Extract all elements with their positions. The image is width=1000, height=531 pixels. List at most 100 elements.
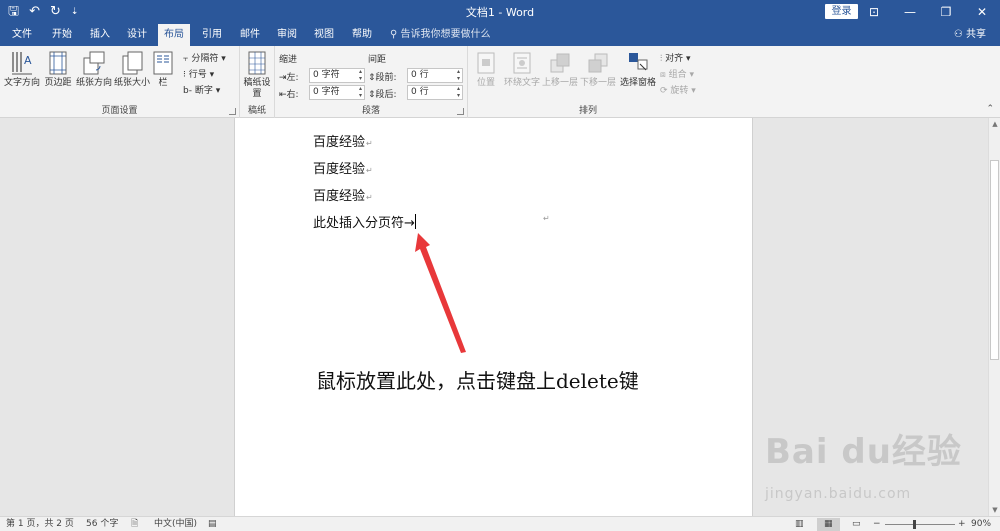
manuscript-settings-button[interactable]: 稿纸设置: [240, 50, 274, 100]
columns-button[interactable]: 栏: [148, 50, 178, 89]
tell-me-search[interactable]: ⚲ 告诉我你想要做什么: [390, 24, 491, 46]
minimize-button[interactable]: —: [892, 0, 928, 24]
hyphenation-label: 断字: [194, 86, 213, 96]
tab-mailings[interactable]: 邮件: [234, 24, 266, 46]
spacing-before-input[interactable]: 0 行: [407, 68, 463, 83]
share-label: 共享: [966, 29, 986, 40]
tab-layout[interactable]: 布局: [158, 24, 190, 46]
page-break-line[interactable]: 此处插入分页符→: [313, 212, 416, 231]
group-label-paragraph: 段落: [361, 106, 380, 116]
close-button[interactable]: ✕: [964, 0, 1000, 24]
collapse-ribbon-icon[interactable]: ⌃: [986, 104, 994, 114]
group-label-manuscript: 稿纸: [247, 106, 266, 116]
page-count[interactable]: 第 1 页，共 2 页: [6, 518, 74, 531]
page-setup-launcher-icon[interactable]: [229, 108, 236, 115]
spacing-after-input[interactable]: 0 行: [407, 85, 463, 100]
paper-size-icon: [122, 51, 143, 75]
paragraph-line[interactable]: 百度经验↵: [313, 158, 373, 177]
text-direction-button[interactable]: A 文字方向: [2, 50, 42, 89]
share-button[interactable]: ⚇ 共享: [954, 24, 986, 46]
zoom-level[interactable]: 90%: [971, 518, 991, 531]
tab-review[interactable]: 审阅: [271, 24, 303, 46]
tab-design[interactable]: 设计: [121, 24, 153, 46]
baidu-watermark: Bai du经验 jingyan.baidu.com: [765, 424, 962, 502]
columns-label: 栏: [158, 78, 168, 88]
selection-pane-button[interactable]: 选择窗格: [618, 50, 658, 89]
text-direction-icon: A: [12, 52, 32, 75]
indent-heading: 缩进: [279, 55, 298, 65]
orientation-button[interactable]: 纸张方向: [74, 50, 114, 89]
baidu-logo: Bai du经验: [765, 432, 962, 472]
macro-icon[interactable]: ▤: [208, 518, 217, 531]
breaks-button[interactable]: ⫟ 分隔符 ▾: [183, 52, 226, 66]
print-layout-icon[interactable]: ▦: [817, 518, 840, 531]
paragraph-line[interactable]: 百度经验↵: [313, 185, 373, 204]
vertical-scrollbar[interactable]: ▲ ▼: [988, 118, 1000, 516]
paragraph-launcher-icon[interactable]: [457, 108, 464, 115]
instruction-annotation: 鼠标放置此处，点击键盘上delete键: [316, 369, 639, 393]
group-objects-button[interactable]: ⧈ 组合 ▾: [660, 68, 694, 82]
tab-references[interactable]: 引用: [196, 24, 228, 46]
selection-pane-label: 选择窗格: [619, 78, 656, 88]
indent-left-text: 左:: [286, 73, 299, 83]
spacing-before-label: ⇕段前:: [368, 70, 397, 83]
columns-icon: [153, 51, 173, 75]
zoom-out-icon[interactable]: −: [873, 518, 881, 531]
tab-view[interactable]: 视图: [308, 24, 340, 46]
indent-right-input[interactable]: 0 字符: [309, 85, 365, 100]
wrap-text-label: 环绕文字: [503, 78, 540, 88]
align-button[interactable]: ⫶ 对齐 ▾: [660, 52, 691, 66]
restore-button[interactable]: ❐: [928, 0, 964, 24]
tab-home[interactable]: 开始: [46, 24, 78, 46]
selection-pane-icon: [629, 53, 648, 71]
login-button[interactable]: 登录: [825, 4, 858, 19]
wrap-text-button[interactable]: 环绕文字: [502, 50, 542, 89]
tab-help[interactable]: 帮助: [346, 24, 378, 46]
paragraph-mark: ↵: [366, 193, 373, 202]
zoom-slider[interactable]: [885, 524, 955, 525]
rotate-icon: ⟳: [660, 86, 671, 96]
scroll-down-icon[interactable]: ▼: [989, 506, 1000, 514]
scroll-up-icon[interactable]: ▲: [989, 120, 1000, 128]
send-backward-label: 下移一层: [579, 78, 616, 88]
spacing-after-label: ⇕段后:: [368, 87, 397, 100]
orientation-label: 纸张方向: [75, 78, 112, 88]
scrollbar-thumb[interactable]: [990, 160, 999, 360]
margins-button[interactable]: 页边距: [38, 50, 78, 89]
margins-icon: [49, 51, 67, 75]
line-numbers-button[interactable]: ⁝ 行号 ▾: [183, 68, 214, 82]
read-mode-icon[interactable]: ▥: [795, 518, 804, 531]
wrap-text-icon: [513, 52, 531, 74]
bring-forward-label: 上移一层: [541, 78, 578, 88]
chevron-down-icon: ▾: [206, 70, 215, 80]
bring-forward-button[interactable]: 上移一层: [540, 50, 580, 89]
group-objects-label: 组合: [668, 70, 687, 80]
rotate-button[interactable]: ⟳ 旋转 ▾: [660, 84, 696, 98]
size-button[interactable]: 纸张大小: [112, 50, 152, 89]
position-button[interactable]: 位置: [468, 50, 504, 89]
line-numbers-label: 行号: [188, 70, 207, 80]
tab-insert[interactable]: 插入: [84, 24, 116, 46]
line-text: 百度经验: [313, 189, 366, 204]
paragraph-line[interactable]: 百度经验↵: [313, 131, 373, 150]
send-backward-button[interactable]: 下移一层: [578, 50, 618, 89]
paragraph-mark: ↵: [366, 139, 373, 148]
ribbon-display-options-icon[interactable]: ⊡: [856, 0, 892, 24]
word-count[interactable]: 56 个字: [86, 518, 118, 531]
tab-file[interactable]: 文件: [6, 24, 38, 46]
group-paragraph: 缩进 间距 ⇥左: 0 字符 ⇤右: 0 字符 ⇕段前: 0 行 ⇕段后: 0 …: [275, 46, 468, 118]
chevron-down-icon: ▾: [212, 86, 221, 96]
language-indicator[interactable]: 中文(中国): [154, 518, 197, 531]
document-page[interactable]: 百度经验↵ 百度经验↵ 百度经验↵ 此处插入分页符→ ↵: [234, 118, 753, 516]
chevron-down-icon: ▾: [683, 54, 691, 64]
indent-right-text: 右:: [286, 90, 299, 100]
zoom-in-icon[interactable]: +: [958, 518, 966, 531]
hyphenation-icon: b‐: [183, 86, 195, 96]
hyphenation-button[interactable]: b‐ 断字 ▾: [183, 84, 220, 98]
group-objects-icon: ⧈: [660, 70, 669, 80]
zoom-slider-thumb[interactable]: [913, 520, 916, 529]
indent-left-input[interactable]: 0 字符: [309, 68, 365, 83]
proofing-icon[interactable]: 🗎: [131, 518, 138, 531]
web-layout-icon[interactable]: ▭: [852, 518, 861, 531]
breaks-label: 分隔符: [191, 54, 219, 64]
